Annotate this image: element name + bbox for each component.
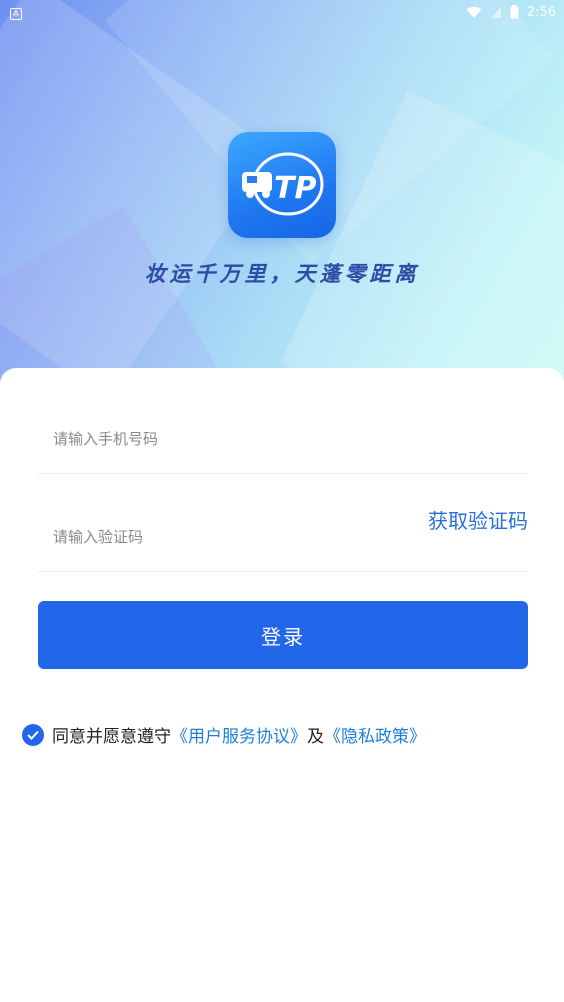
app-logo: TP <box>228 132 336 238</box>
notification-app-icon: A <box>10 7 22 20</box>
signal-icon <box>490 6 502 19</box>
user-agreement-link[interactable]: 《用户服务协议》 <box>171 722 307 747</box>
truck-logo-icon: TP <box>242 152 324 216</box>
agreement-prefix: 同意并愿意遵守 <box>52 727 171 747</box>
phone-field <box>38 376 528 474</box>
status-left: A <box>10 5 22 20</box>
agreement-row: 同意并愿意遵守 《用户服务协议》 及 《隐私政策》 <box>22 722 426 747</box>
agreement-conjunction: 及 <box>307 727 324 747</box>
code-field: 获取验证码 <box>38 474 528 572</box>
agreement-checkbox[interactable] <box>22 723 44 746</box>
status-time: 2:56 <box>526 4 556 20</box>
svg-text:TP: TP <box>274 171 316 206</box>
phone-input[interactable] <box>38 419 398 459</box>
checkmark-icon <box>27 730 39 740</box>
battery-icon <box>510 5 519 19</box>
slogan: 妆运千万里，天蓬零距离 <box>144 261 420 286</box>
login-button[interactable]: 登录 <box>38 601 528 669</box>
verification-code-input[interactable] <box>38 517 398 557</box>
status-right: 2:56 <box>466 5 556 20</box>
privacy-policy-link[interactable]: 《隐私政策》 <box>324 722 426 747</box>
wifi-icon <box>466 6 482 19</box>
get-code-button[interactable]: 获取验证码 <box>428 505 528 534</box>
status-bar: A 2:56 <box>0 0 564 24</box>
